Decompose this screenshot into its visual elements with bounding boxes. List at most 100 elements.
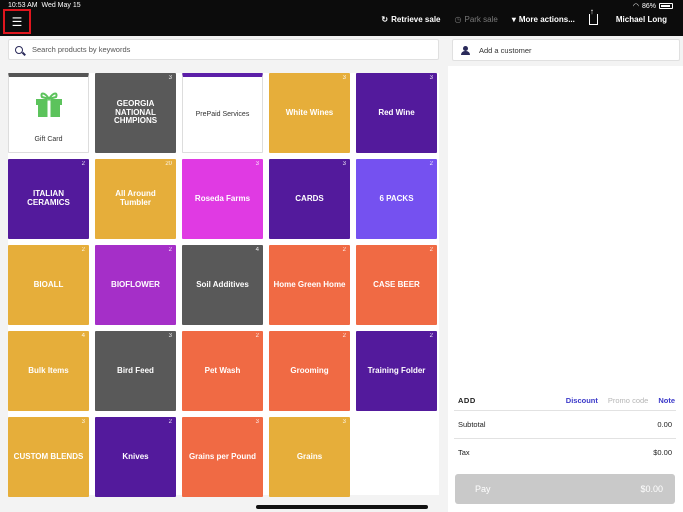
product-tile[interactable]: Red Wine 3 (356, 73, 437, 153)
product-tile[interactable]: Home Green Home 2 (269, 245, 350, 325)
tile-label: Training Folder (367, 365, 426, 375)
product-tile[interactable]: BIOFLOWER 2 (95, 245, 176, 325)
tile-label: Gift Card (34, 136, 63, 144)
tile-label: All Around Tumbler (115, 189, 156, 207)
product-tile[interactable]: BIOALL 2 (8, 245, 89, 325)
retrieve-icon: ↻ (381, 15, 389, 24)
product-tile[interactable]: Grains per Pound 3 (182, 417, 263, 497)
subtotal-label: Subtotal (458, 420, 486, 429)
product-tile[interactable]: Bulk Items 4 (8, 331, 89, 411)
park-sale-button[interactable]: ◷ Park sale (455, 15, 498, 24)
tile-count: 2 (255, 333, 259, 339)
clock-icon: ◷ (454, 15, 462, 24)
person-icon (461, 45, 470, 55)
battery-icon (659, 3, 673, 9)
product-tile[interactable]: All Around Tumbler 20 (95, 159, 176, 239)
battery-percent: 86% (641, 2, 656, 10)
tile-label: Bulk Items (28, 365, 69, 375)
tile-count: 2 (81, 247, 85, 253)
tile-count: 2 (168, 419, 172, 425)
tile-label: ITALIAN CERAMICS (27, 189, 70, 207)
tile-label: PrePaid Services (195, 110, 250, 118)
add-label: ADD (458, 395, 476, 405)
status-indicators: ◠ 86% (633, 2, 673, 10)
more-actions-button[interactable]: ▾ More actions... (512, 15, 575, 24)
tile-count: 2 (342, 247, 346, 253)
add-customer-label: Add a customer (479, 45, 532, 55)
tile-count: 3 (429, 75, 433, 81)
product-tile[interactable]: Bird Feed 3 (95, 331, 176, 411)
search-icon (15, 45, 23, 54)
add-customer-field[interactable]: Add a customer (452, 39, 680, 61)
wifi-icon: ◠ (632, 3, 639, 10)
caret-down-icon: ▾ (511, 15, 516, 24)
sale-panel: ADD Discount Promo code Note Subtotal 0.… (448, 66, 683, 512)
product-tile[interactable]: CUSTOM BLENDS 3 (8, 417, 89, 497)
tile-count: 3 (168, 333, 172, 339)
tile-count: 4 (81, 333, 85, 339)
product-search (8, 39, 439, 60)
tile-count: 3 (255, 161, 259, 167)
product-tile[interactable]: CASE BEER 2 (356, 245, 437, 325)
add-row: ADD Discount Promo code Note (458, 390, 675, 410)
status-time: 10:53 AM Wed May 15 (8, 2, 81, 9)
tile-count: 4 (255, 247, 259, 253)
pay-button[interactable]: Pay $0.00 (455, 474, 675, 504)
tile-label: CARDS (295, 193, 324, 203)
promo-code-link[interactable]: Promo code (608, 396, 648, 405)
tile-count: 3 (255, 419, 259, 425)
tile-count: 2 (168, 247, 172, 253)
product-tile[interactable]: PrePaid Services (182, 73, 263, 153)
product-tile[interactable]: White Wines 3 (269, 73, 350, 153)
tile-label: Home Green Home (273, 279, 346, 289)
search-input[interactable] (32, 45, 412, 54)
tile-count: 2 (429, 247, 433, 253)
product-tile[interactable]: Pet Wash 2 (182, 331, 263, 411)
product-tile[interactable]: Knives 2 (95, 417, 176, 497)
product-tile[interactable]: Soil Additives 4 (182, 245, 263, 325)
tile-label: GEORGIA NATIONAL CHMPIONS (113, 98, 158, 126)
tile-label: Grains (296, 451, 323, 461)
tile-label: Red Wine (378, 107, 415, 117)
discount-link[interactable]: Discount (566, 396, 598, 405)
tile-label: CUSTOM BLENDS (13, 451, 84, 461)
tile-label: 6 PACKS (379, 193, 414, 203)
product-tile[interactable]: ITALIAN CERAMICS 2 (8, 159, 89, 239)
top-actions: ↻ Retrieve sale ◷ Park sale ▾ More actio… (381, 7, 667, 25)
product-tile[interactable]: Gift Card (8, 73, 89, 153)
subtotal-row: Subtotal 0.00 (454, 410, 676, 438)
tile-count: 3 (81, 419, 85, 425)
hamburger-icon: ☰ (11, 14, 23, 29)
tile-label: Grooming (290, 365, 329, 375)
product-tile[interactable]: Roseda Farms 3 (182, 159, 263, 239)
tile-label: Soil Additives (196, 279, 249, 289)
product-tile[interactable]: Grains 3 (269, 417, 350, 497)
product-tile[interactable]: CARDS 3 (269, 159, 350, 239)
tile-count: 3 (342, 75, 346, 81)
tile-label: CASE BEER (373, 279, 420, 289)
tile-count: 3 (168, 75, 172, 81)
share-icon[interactable] (588, 7, 598, 25)
product-grid: Gift Card GEORGIA NATIONAL CHMPIONS 3 PrePa… (8, 73, 437, 497)
gift-icon (36, 92, 62, 117)
tile-label: Roseda Farms (194, 193, 251, 203)
tile-label: White Wines (285, 107, 334, 117)
menu-button[interactable]: ☰ (3, 9, 31, 34)
product-tile[interactable]: Training Folder 2 (356, 331, 437, 411)
product-tile[interactable]: 6 PACKS 2 (356, 159, 437, 239)
subtotal-value: 0.00 (657, 420, 672, 429)
product-tile[interactable]: GEORGIA NATIONAL CHMPIONS 3 (95, 73, 176, 153)
tile-count: 2 (429, 161, 433, 167)
tile-label: Bird Feed (117, 365, 154, 375)
tile-label: BIOFLOWER (111, 279, 160, 289)
pay-amount: $0.00 (640, 484, 663, 494)
tax-row: Tax $0.00 (454, 438, 676, 466)
top-bar: 10:53 AM Wed May 15 ◠ 86% ☰ ↻ Retrieve s… (0, 0, 683, 36)
tile-count: 3 (342, 161, 346, 167)
retrieve-sale-button[interactable]: ↻ Retrieve sale (381, 15, 440, 24)
tile-label: Grains per Pound (188, 451, 257, 461)
note-link[interactable]: Note (658, 396, 675, 405)
product-tile[interactable]: Grooming 2 (269, 331, 350, 411)
user-name[interactable]: Michael Long (616, 15, 667, 24)
home-indicator[interactable] (256, 505, 428, 509)
